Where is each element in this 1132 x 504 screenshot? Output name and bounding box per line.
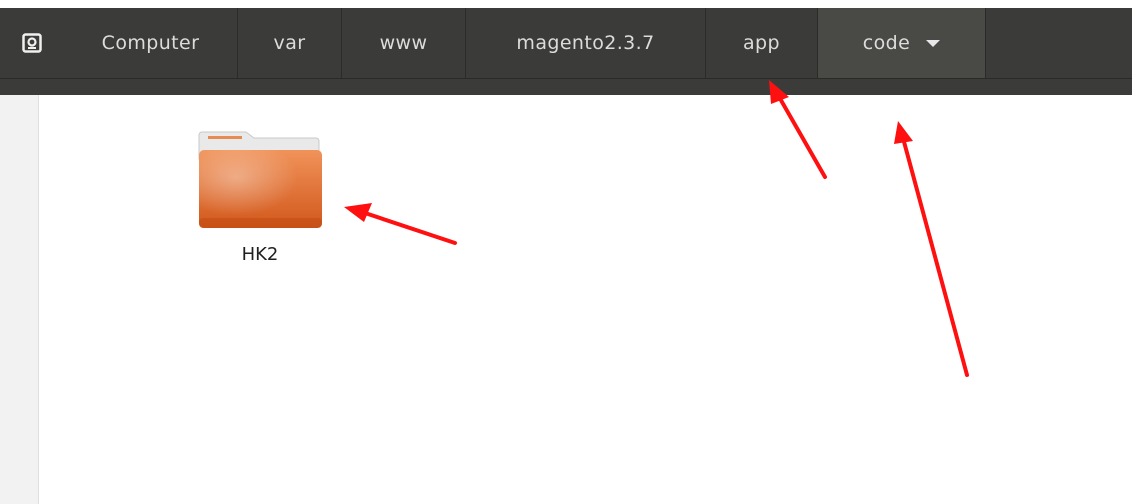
window-top-strip [0, 0, 1132, 8]
breadcrumb-label: code [862, 32, 911, 54]
file-name-label: HK2 [241, 244, 279, 265]
breadcrumb-label: www [379, 32, 428, 54]
breadcrumb-code[interactable]: code [818, 8, 986, 78]
breadcrumb-computer[interactable]: Computer [64, 8, 238, 78]
breadcrumb-var[interactable]: var [238, 8, 342, 78]
toolbar-shadow [0, 79, 1132, 95]
drive-root[interactable] [22, 8, 66, 78]
breadcrumb-label: var [273, 32, 306, 54]
breadcrumb-label: app [743, 32, 780, 54]
annotation-arrow-code [894, 121, 969, 377]
breadcrumb-label: magento2.3.7 [516, 32, 655, 54]
folder-icon[interactable] [196, 126, 324, 230]
sidebar [0, 95, 39, 504]
annotation-arrow-folder [344, 203, 457, 245]
breadcrumb-magento[interactable]: magento2.3.7 [466, 8, 706, 78]
breadcrumb-label: Computer [101, 32, 200, 54]
chevron-down-icon[interactable] [926, 39, 941, 47]
breadcrumb-www[interactable]: www [342, 8, 466, 78]
drive-icon [22, 33, 42, 53]
breadcrumb-app[interactable]: app [706, 8, 818, 78]
